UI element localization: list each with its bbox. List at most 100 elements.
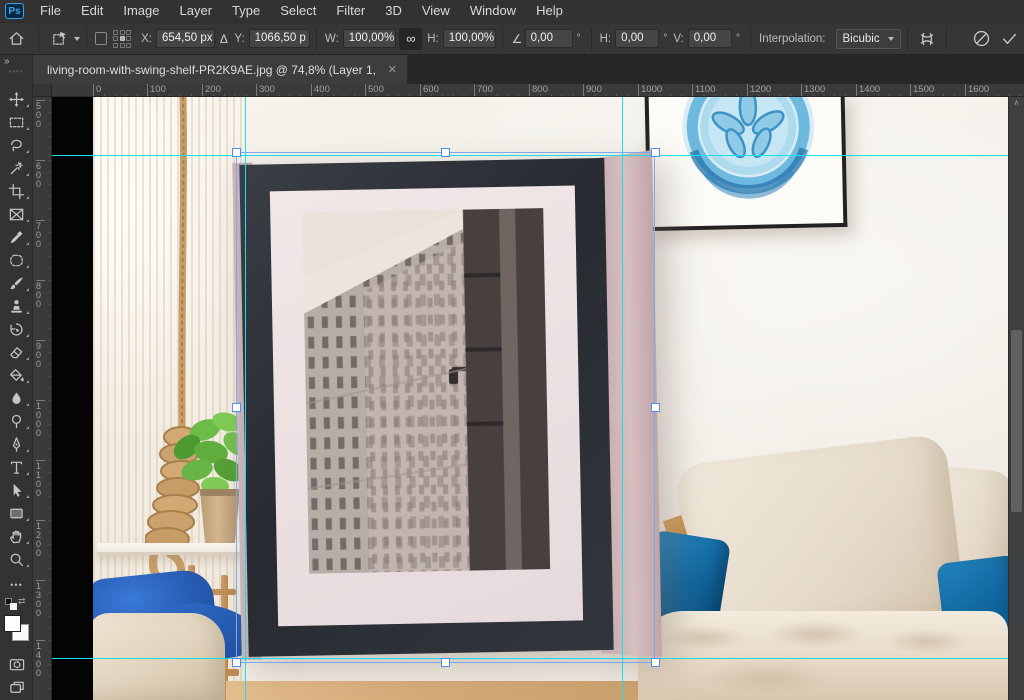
maintain-aspect-ratio-link-icon[interactable]: ∞ — [399, 27, 423, 50]
couch-seat-futon — [638, 611, 1008, 700]
screen-mode-icon — [9, 681, 24, 693]
photoshop-logo-icon[interactable]: Ps — [5, 3, 24, 19]
quick-mask-icon — [9, 659, 24, 671]
edit-toolbar-ellipsis-icon[interactable]: ••• — [0, 573, 33, 596]
path-selection-tool[interactable] — [0, 479, 33, 502]
eraser-icon — [10, 347, 23, 359]
transform-handle-top-center[interactable] — [441, 148, 450, 157]
degree-symbol: ° — [576, 33, 581, 44]
history-brush-tool[interactable] — [0, 318, 33, 341]
rectangular-marquee-tool[interactable] — [0, 111, 33, 134]
eyedropper-tool[interactable] — [0, 226, 33, 249]
scrollbar-thumb[interactable] — [1011, 330, 1022, 512]
transform-handle-middle-left[interactable] — [232, 403, 241, 412]
home-icon[interactable] — [0, 26, 32, 52]
toolbar-collapse-icon[interactable]: » — [0, 55, 32, 67]
lasso-tool[interactable] — [0, 134, 33, 157]
hand-tool[interactable] — [0, 525, 33, 548]
foreground-color-swatch[interactable] — [4, 615, 21, 632]
type-tool[interactable] — [0, 456, 33, 479]
cancel-transform-icon[interactable] — [967, 26, 995, 52]
rectangle-tool[interactable] — [0, 502, 33, 525]
toggle-reference-point-checkbox[interactable] — [94, 32, 108, 45]
move-icon — [8, 91, 25, 108]
eraser-tool[interactable] — [0, 341, 33, 364]
degree-symbol: ° — [736, 33, 740, 44]
width-field[interactable]: 100,00% — [342, 29, 397, 48]
menu-3d[interactable]: 3D — [375, 0, 412, 22]
warp-mode-icon[interactable] — [914, 26, 941, 52]
brush-icon — [10, 277, 23, 290]
brush-tool[interactable] — [0, 272, 33, 295]
default-swap-colors[interactable]: ⇄ — [5, 596, 27, 614]
quick-mask-toggle[interactable] — [0, 653, 33, 676]
transform-bounding-box[interactable] — [236, 152, 655, 663]
menu-filter[interactable]: Filter — [326, 0, 375, 22]
vertical-scrollbar[interactable]: ∧ — [1008, 97, 1024, 700]
transform-preset-icon[interactable] — [45, 26, 73, 52]
crop-tool[interactable] — [0, 180, 33, 203]
magic-wand-tool[interactable] — [0, 157, 33, 180]
document-title: living-room-with-swing-shelf-PR2K9AE.jpg… — [47, 62, 380, 77]
screen-mode-toggle[interactable] — [0, 676, 33, 699]
swap-colors-icon[interactable]: ⇄ — [18, 596, 26, 607]
pen-tool[interactable] — [0, 433, 33, 456]
clone-stamp-icon — [11, 300, 22, 313]
dodge-icon — [11, 414, 22, 429]
transform-handle-top-left[interactable] — [232, 148, 241, 157]
width-label: W: — [324, 32, 339, 45]
menu-help[interactable]: Help — [526, 0, 573, 22]
healing-patch-tool[interactable] — [0, 249, 33, 272]
menu-file[interactable]: File — [30, 0, 71, 22]
frame-tool[interactable] — [0, 203, 33, 226]
close-tab-icon[interactable]: ✕ — [388, 63, 397, 76]
blur-tool[interactable] — [0, 387, 33, 410]
document-canvas[interactable] — [52, 97, 1008, 700]
horizontal-ruler[interactable]: 0 100 200 300 400 500 600 700 800 900 10… — [52, 84, 1024, 97]
transform-handle-middle-right[interactable] — [651, 403, 660, 412]
foreground-background-swatches[interactable] — [4, 615, 30, 645]
crop-icon — [8, 183, 25, 200]
height-field[interactable]: 100,00% — [442, 29, 497, 48]
type-icon — [10, 461, 23, 474]
h-skew-field[interactable]: 0,00 — [615, 29, 660, 48]
relative-position-delta-icon[interactable]: Δ — [215, 26, 232, 52]
document-tab[interactable]: living-room-with-swing-shelf-PR2K9AE.jpg… — [33, 55, 407, 84]
menu-view[interactable]: View — [412, 0, 460, 22]
menu-image[interactable]: Image — [113, 0, 169, 22]
cream-blanket — [93, 613, 225, 700]
commit-transform-icon[interactable] — [996, 26, 1024, 52]
transform-handle-bottom-center[interactable] — [441, 658, 450, 667]
v-skew-field[interactable]: 0,00 — [687, 29, 732, 48]
menu-select[interactable]: Select — [270, 0, 326, 22]
pasteboard — [52, 97, 93, 700]
rotation-field[interactable]: 0,00 — [524, 29, 573, 48]
menu-window[interactable]: Window — [460, 0, 526, 22]
zoom-tool[interactable] — [0, 548, 33, 571]
menu-edit[interactable]: Edit — [71, 0, 113, 22]
paint-bucket-tool[interactable] — [0, 364, 33, 387]
menu-type[interactable]: Type — [222, 0, 270, 22]
transform-handle-bottom-left[interactable] — [232, 658, 241, 667]
interpolation-select[interactable]: Bicubic — [835, 28, 901, 49]
transform-handle-top-right[interactable] — [651, 148, 660, 157]
wood-floor — [226, 681, 664, 700]
document-tab-bar: living-room-with-swing-shelf-PR2K9AE.jpg… — [33, 55, 1024, 84]
scroll-up-icon[interactable]: ∧ — [1009, 97, 1024, 109]
dodge-tool[interactable] — [0, 410, 33, 433]
reference-point-locator[interactable] — [113, 29, 132, 48]
toolbar-grip-icon[interactable]: •••• — [0, 67, 32, 77]
clone-stamp-tool[interactable] — [0, 295, 33, 318]
y-position-field[interactable]: 1066,50 p — [248, 29, 310, 48]
transform-handle-bottom-right[interactable] — [651, 658, 660, 667]
height-label: H: — [427, 32, 439, 45]
history-brush-icon — [10, 323, 23, 336]
vertical-ruler[interactable]: 500 600 700 800 900 1000 1100 1200 1300 … — [33, 97, 52, 700]
swing-shelf-board — [97, 543, 245, 555]
chevron-down-icon[interactable] — [73, 36, 80, 41]
move-tool[interactable] — [0, 88, 33, 111]
blur-icon — [12, 392, 21, 404]
menu-layer[interactable]: Layer — [170, 0, 223, 22]
v-skew-label: V: — [673, 32, 684, 45]
x-position-field[interactable]: 654,50 px — [155, 29, 216, 48]
